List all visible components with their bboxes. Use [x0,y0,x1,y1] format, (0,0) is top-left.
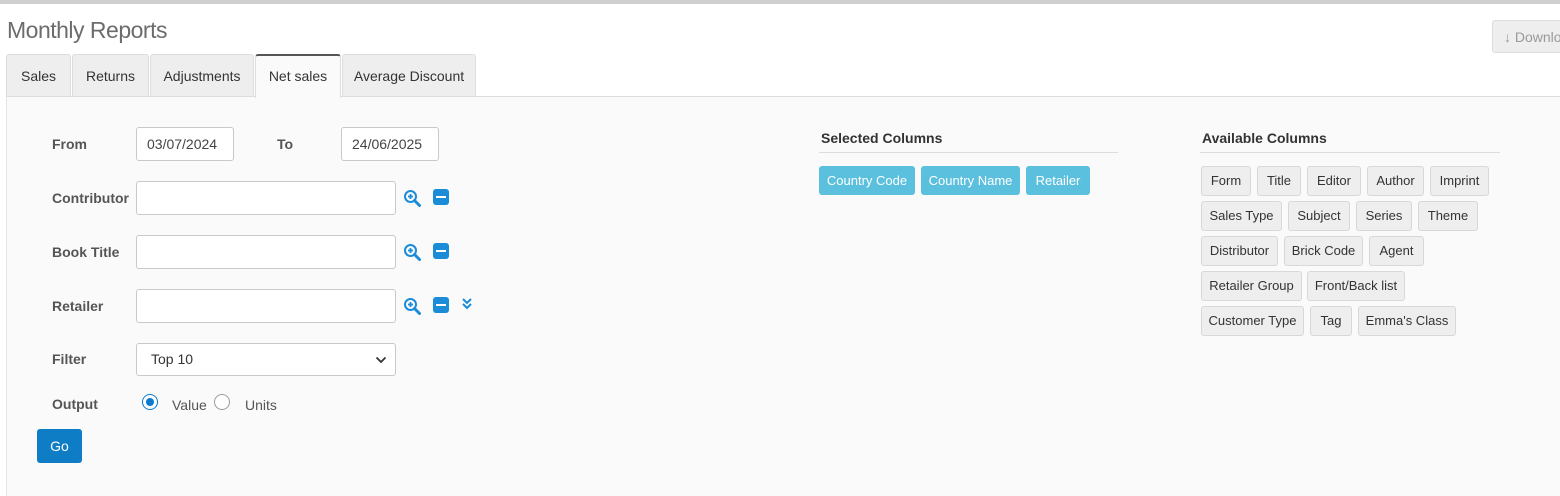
available-column-chip[interactable]: Sales Type [1201,201,1282,231]
output-units-label: Units [245,397,277,413]
available-columns-divider [1200,152,1500,153]
available-column-chip[interactable]: Author [1367,166,1424,196]
filter-select[interactable]: Top 10 [136,343,396,376]
to-date-input[interactable]: 24/06/2025 [341,127,439,161]
top-border [0,0,1560,4]
available-column-chip[interactable]: Imprint [1430,166,1489,196]
selected-column-chip[interactable]: Country Name [921,166,1020,195]
remove-icon[interactable] [433,297,449,313]
book-title-label: Book Title [52,244,120,260]
available-column-chip[interactable]: Customer Type [1201,306,1304,336]
selected-columns-divider [819,152,1118,153]
available-column-chip[interactable]: Subject [1288,201,1350,231]
download-button[interactable]: ↓ Downlo [1492,20,1560,53]
to-label: To [277,136,294,152]
available-column-chip[interactable]: Theme [1418,201,1478,231]
filter-selected-value: Top 10 [151,351,194,367]
double-chevron-down-icon[interactable] [460,296,474,310]
from-date-input[interactable]: 03/07/2024 [136,127,234,161]
available-column-chip[interactable]: Emma's Class [1358,306,1456,336]
output-units-radio[interactable] [214,394,230,410]
go-button[interactable]: Go [37,429,82,463]
retailer-input[interactable] [136,289,396,323]
available-column-chip[interactable]: Brick Code [1284,236,1363,266]
output-value-label: Value [172,397,207,413]
contributor-label: Contributor [52,190,129,206]
output-value-radio[interactable] [142,394,158,410]
zoom-in-icon[interactable] [403,297,421,315]
available-columns-heading: Available Columns [1202,130,1327,146]
zoom-in-icon[interactable] [403,243,421,261]
available-column-chip[interactable]: Form [1201,166,1251,196]
available-column-chip[interactable]: Front/Back list [1307,271,1405,301]
selected-column-chip[interactable]: Retailer [1026,166,1090,195]
available-column-chip[interactable]: Retailer Group [1201,271,1302,301]
tab-adjustments[interactable]: Adjustments [150,54,254,97]
filter-label: Filter [52,351,87,367]
available-column-chip[interactable]: Tag [1310,306,1352,336]
tab-net-sales[interactable]: Net sales [255,54,341,98]
retailer-label: Retailer [52,298,104,314]
remove-icon[interactable] [433,189,449,205]
tab-returns[interactable]: Returns [72,54,149,97]
tab-sales[interactable]: Sales [6,54,71,97]
available-column-chip[interactable]: Agent [1369,236,1424,266]
available-column-chip[interactable]: Distributor [1201,236,1278,266]
contributor-input[interactable] [136,181,396,215]
tab-average-discount[interactable]: Average Discount [342,54,476,97]
from-label: From [52,136,87,152]
book-title-input[interactable] [136,235,396,269]
selected-column-chip[interactable]: Country Code [819,166,915,195]
chevron-down-icon [375,356,387,364]
selected-columns-heading: Selected Columns [821,130,943,146]
zoom-in-icon[interactable] [403,189,421,207]
remove-icon[interactable] [433,243,449,259]
output-label: Output [52,396,98,412]
page-title: Monthly Reports [7,17,167,43]
available-column-chip[interactable]: Editor [1307,166,1361,196]
available-column-chip[interactable]: Series [1356,201,1412,231]
available-column-chip[interactable]: Title [1257,166,1301,196]
